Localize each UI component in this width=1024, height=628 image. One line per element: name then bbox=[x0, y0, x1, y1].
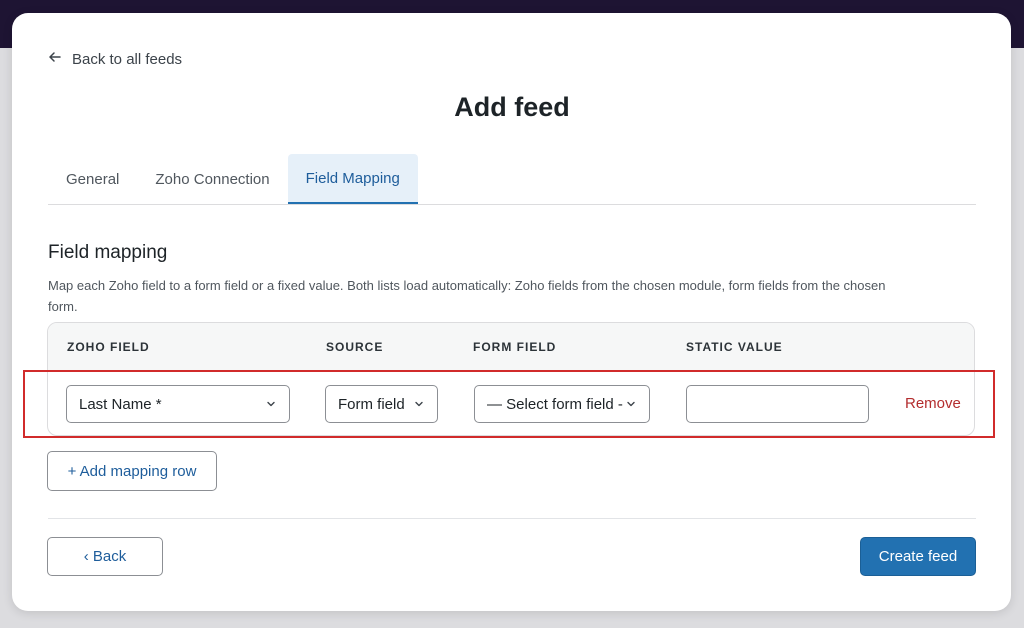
tab-field-mapping[interactable]: Field Mapping bbox=[287, 154, 418, 204]
remove-row-link[interactable]: Remove bbox=[905, 395, 961, 412]
page-title: Add feed bbox=[454, 92, 570, 122]
column-header-zoho-field: ZOHO FIELD bbox=[67, 340, 150, 354]
column-header-source: SOURCE bbox=[326, 340, 384, 354]
mapping-row: Last Name * Form field — Select form fie… bbox=[48, 372, 974, 435]
form-field-select[interactable]: — Select form field - bbox=[474, 385, 650, 423]
source-value: Form field bbox=[338, 395, 405, 413]
column-header-static-value: STATIC VALUE bbox=[686, 340, 783, 354]
section-title: Field mapping bbox=[48, 242, 168, 263]
back-button[interactable]: ‹ Back bbox=[47, 537, 163, 576]
create-feed-button[interactable]: Create feed bbox=[860, 537, 976, 576]
static-value-input[interactable] bbox=[699, 394, 856, 414]
add-mapping-row-button[interactable]: + Add mapping row bbox=[47, 451, 217, 491]
tab-zoho-connection[interactable]: Zoho Connection bbox=[137, 154, 287, 204]
footer-divider bbox=[48, 518, 976, 519]
form-field-value: — Select form field - bbox=[487, 395, 623, 413]
mapping-table: ZOHO FIELD SOURCE FORM FIELD STATIC VALU… bbox=[47, 322, 975, 436]
back-to-feeds-link[interactable]: Back to all feeds bbox=[48, 49, 182, 69]
zoho-field-select[interactable]: Last Name * bbox=[66, 385, 290, 423]
source-select[interactable]: Form field bbox=[325, 385, 438, 423]
tab-bar: General Zoho Connection Field Mapping bbox=[48, 154, 976, 205]
zoho-field-value: Last Name * bbox=[79, 395, 162, 413]
chevron-down-icon bbox=[415, 401, 423, 407]
back-link-label: Back to all feeds bbox=[72, 50, 183, 68]
mapping-table-header: ZOHO FIELD SOURCE FORM FIELD STATIC VALU… bbox=[48, 323, 974, 372]
chevron-down-icon bbox=[267, 401, 275, 407]
static-value-field[interactable] bbox=[686, 385, 869, 423]
chevron-down-icon bbox=[627, 401, 635, 407]
tab-general[interactable]: General bbox=[48, 154, 137, 204]
column-header-form-field: FORM FIELD bbox=[473, 340, 557, 354]
section-description: Map each Zoho field to a form field or a… bbox=[48, 278, 886, 314]
arrow-left-icon bbox=[48, 50, 62, 68]
